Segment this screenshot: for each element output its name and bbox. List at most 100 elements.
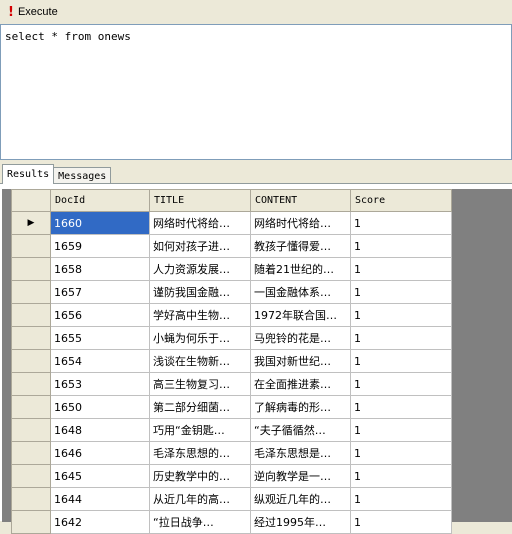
cell-title[interactable]: 巧用“金钥匙… <box>149 418 251 442</box>
table-row[interactable]: 1653 高三生物复习… 在全面推进素… 1 <box>11 372 452 396</box>
cell-docid[interactable]: 1642 <box>50 510 150 534</box>
cell-content[interactable]: 一国金融体系… <box>250 280 351 304</box>
cell-content[interactable]: “夫子循循然… <box>250 418 351 442</box>
query-editor[interactable]: select * from onews <box>0 24 512 160</box>
cell-score[interactable]: 1 <box>350 234 452 258</box>
column-header-docid[interactable]: DocId <box>50 189 150 212</box>
cell-title[interactable]: 历史教学中的… <box>149 464 251 488</box>
cell-docid[interactable]: 1656 <box>50 303 150 327</box>
row-header[interactable] <box>11 418 51 442</box>
cell-content[interactable]: 网络时代将给… <box>250 211 351 235</box>
cell-title[interactable]: 如何对孩子进… <box>149 234 251 258</box>
cell-score[interactable]: 1 <box>350 326 452 350</box>
table-row[interactable]: 1656 学好高中生物… 1972年联合国… 1 <box>11 303 452 327</box>
column-header-score[interactable]: Score <box>350 189 452 212</box>
cell-docid[interactable]: 1644 <box>50 487 150 511</box>
cell-score[interactable]: 1 <box>350 487 452 511</box>
cell-docid[interactable]: 1658 <box>50 257 150 281</box>
exclamation-icon: ! <box>8 4 14 20</box>
cell-docid[interactable]: 1657 <box>50 280 150 304</box>
row-header[interactable] <box>11 349 51 373</box>
cell-score[interactable]: 1 <box>350 464 452 488</box>
cell-content[interactable]: 随着21世纪的… <box>250 257 351 281</box>
cell-score[interactable]: 1 <box>350 510 452 534</box>
cell-docid[interactable]: 1648 <box>50 418 150 442</box>
cell-title[interactable]: 从近几年的高… <box>149 487 251 511</box>
table-row[interactable]: 1642 “拉日战争… 经过1995年… 1 <box>11 510 452 534</box>
cell-title[interactable]: 人力资源发展… <box>149 257 251 281</box>
cell-docid[interactable]: 1653 <box>50 372 150 396</box>
cell-content[interactable]: 我国对新世纪… <box>250 349 351 373</box>
cell-score[interactable]: 1 <box>350 418 452 442</box>
cell-docid[interactable]: 1660 <box>50 211 150 235</box>
cell-content[interactable]: 纵观近几年的… <box>250 487 351 511</box>
row-header[interactable] <box>11 487 51 511</box>
current-row-icon: ▶ <box>27 218 35 228</box>
cell-score[interactable]: 1 <box>350 257 452 281</box>
cell-docid[interactable]: 1655 <box>50 326 150 350</box>
cell-docid[interactable]: 1650 <box>50 395 150 419</box>
cell-title[interactable]: 第二部分细菌… <box>149 395 251 419</box>
table-row[interactable]: 1654 浅谈在生物新… 我国对新世纪… 1 <box>11 349 452 373</box>
cell-docid[interactable]: 1645 <box>50 464 150 488</box>
cell-content[interactable]: 经过1995年… <box>250 510 351 534</box>
cell-docid[interactable]: 1646 <box>50 441 150 465</box>
cell-title[interactable]: 学好高中生物… <box>149 303 251 327</box>
cell-title[interactable]: 网络时代将给… <box>149 211 251 235</box>
cell-title[interactable]: “拉日战争… <box>149 510 251 534</box>
cell-title[interactable]: 毛泽东思想的… <box>149 441 251 465</box>
cell-content[interactable]: 1972年联合国… <box>250 303 351 327</box>
column-header-content[interactable]: CONTENT <box>250 189 351 212</box>
toolbar: ! Execute <box>0 0 512 24</box>
cell-content[interactable]: 在全面推进素… <box>250 372 351 396</box>
tab-results[interactable]: Results <box>2 164 55 184</box>
row-header[interactable] <box>11 510 51 534</box>
tab-messages[interactable]: Messages <box>53 167 112 184</box>
cell-score[interactable]: 1 <box>350 441 452 465</box>
row-header-corner[interactable] <box>11 189 51 212</box>
table-row[interactable]: 1645 历史教学中的… 逆向教学是一… 1 <box>11 464 452 488</box>
table-row[interactable]: 1650 第二部分细菌… 了解病毒的形… 1 <box>11 395 452 419</box>
cell-score[interactable]: 1 <box>350 349 452 373</box>
cell-content[interactable]: 马兜铃的花是… <box>250 326 351 350</box>
cell-title[interactable]: 谨防我国金融… <box>149 280 251 304</box>
row-header[interactable] <box>11 441 51 465</box>
table-row[interactable]: ▶ 1660 网络时代将给… 网络时代将给… 1 <box>11 211 452 235</box>
cell-docid[interactable]: 1659 <box>50 234 150 258</box>
cell-content[interactable]: 了解病毒的形… <box>250 395 351 419</box>
execute-button[interactable]: ! Execute <box>3 2 64 22</box>
column-header-title[interactable]: TITLE <box>149 189 251 212</box>
cell-score[interactable]: 1 <box>350 395 452 419</box>
row-header[interactable] <box>11 280 51 304</box>
cell-title[interactable]: 浅谈在生物新… <box>149 349 251 373</box>
cell-title[interactable]: 小蝇为何乐于… <box>149 326 251 350</box>
row-header[interactable] <box>11 372 51 396</box>
cell-content[interactable]: 毛泽东思想是… <box>250 441 351 465</box>
table-row[interactable]: 1644 从近几年的高… 纵观近几年的… 1 <box>11 487 452 511</box>
table-row[interactable]: 1658 人力资源发展… 随着21世纪的… 1 <box>11 257 452 281</box>
row-header[interactable]: ▶ <box>11 211 51 235</box>
cell-docid[interactable]: 1654 <box>50 349 150 373</box>
row-header[interactable] <box>11 395 51 419</box>
cell-score[interactable]: 1 <box>350 303 452 327</box>
table-row[interactable]: 1655 小蝇为何乐于… 马兜铃的花是… 1 <box>11 326 452 350</box>
results-grid: DocId TITLE CONTENT Score ▶ 1660 网络时代将给… 网络… <box>11 189 452 534</box>
cell-title[interactable]: 高三生物复习… <box>149 372 251 396</box>
cell-score[interactable]: 1 <box>350 280 452 304</box>
cell-score[interactable]: 1 <box>350 372 452 396</box>
cell-score[interactable]: 1 <box>350 211 452 235</box>
cell-content[interactable]: 教孩子懂得爱… <box>250 234 351 258</box>
result-tabs: Results Messages <box>2 164 112 184</box>
table-row[interactable]: 1648 巧用“金钥匙… “夫子循循然… 1 <box>11 418 452 442</box>
cell-content[interactable]: 逆向教学是一… <box>250 464 351 488</box>
results-panel: DocId TITLE CONTENT Score ▶ 1660 网络时代将给… 网络… <box>0 183 512 534</box>
row-header[interactable] <box>11 464 51 488</box>
table-row[interactable]: 1659 如何对孩子进… 教孩子懂得爱… 1 <box>11 234 452 258</box>
row-header[interactable] <box>11 326 51 350</box>
row-header[interactable] <box>11 303 51 327</box>
grid-header-row: DocId TITLE CONTENT Score <box>11 189 452 212</box>
table-row[interactable]: 1657 谨防我国金融… 一国金融体系… 1 <box>11 280 452 304</box>
row-header[interactable] <box>11 234 51 258</box>
row-header[interactable] <box>11 257 51 281</box>
table-row[interactable]: 1646 毛泽东思想的… 毛泽东思想是… 1 <box>11 441 452 465</box>
